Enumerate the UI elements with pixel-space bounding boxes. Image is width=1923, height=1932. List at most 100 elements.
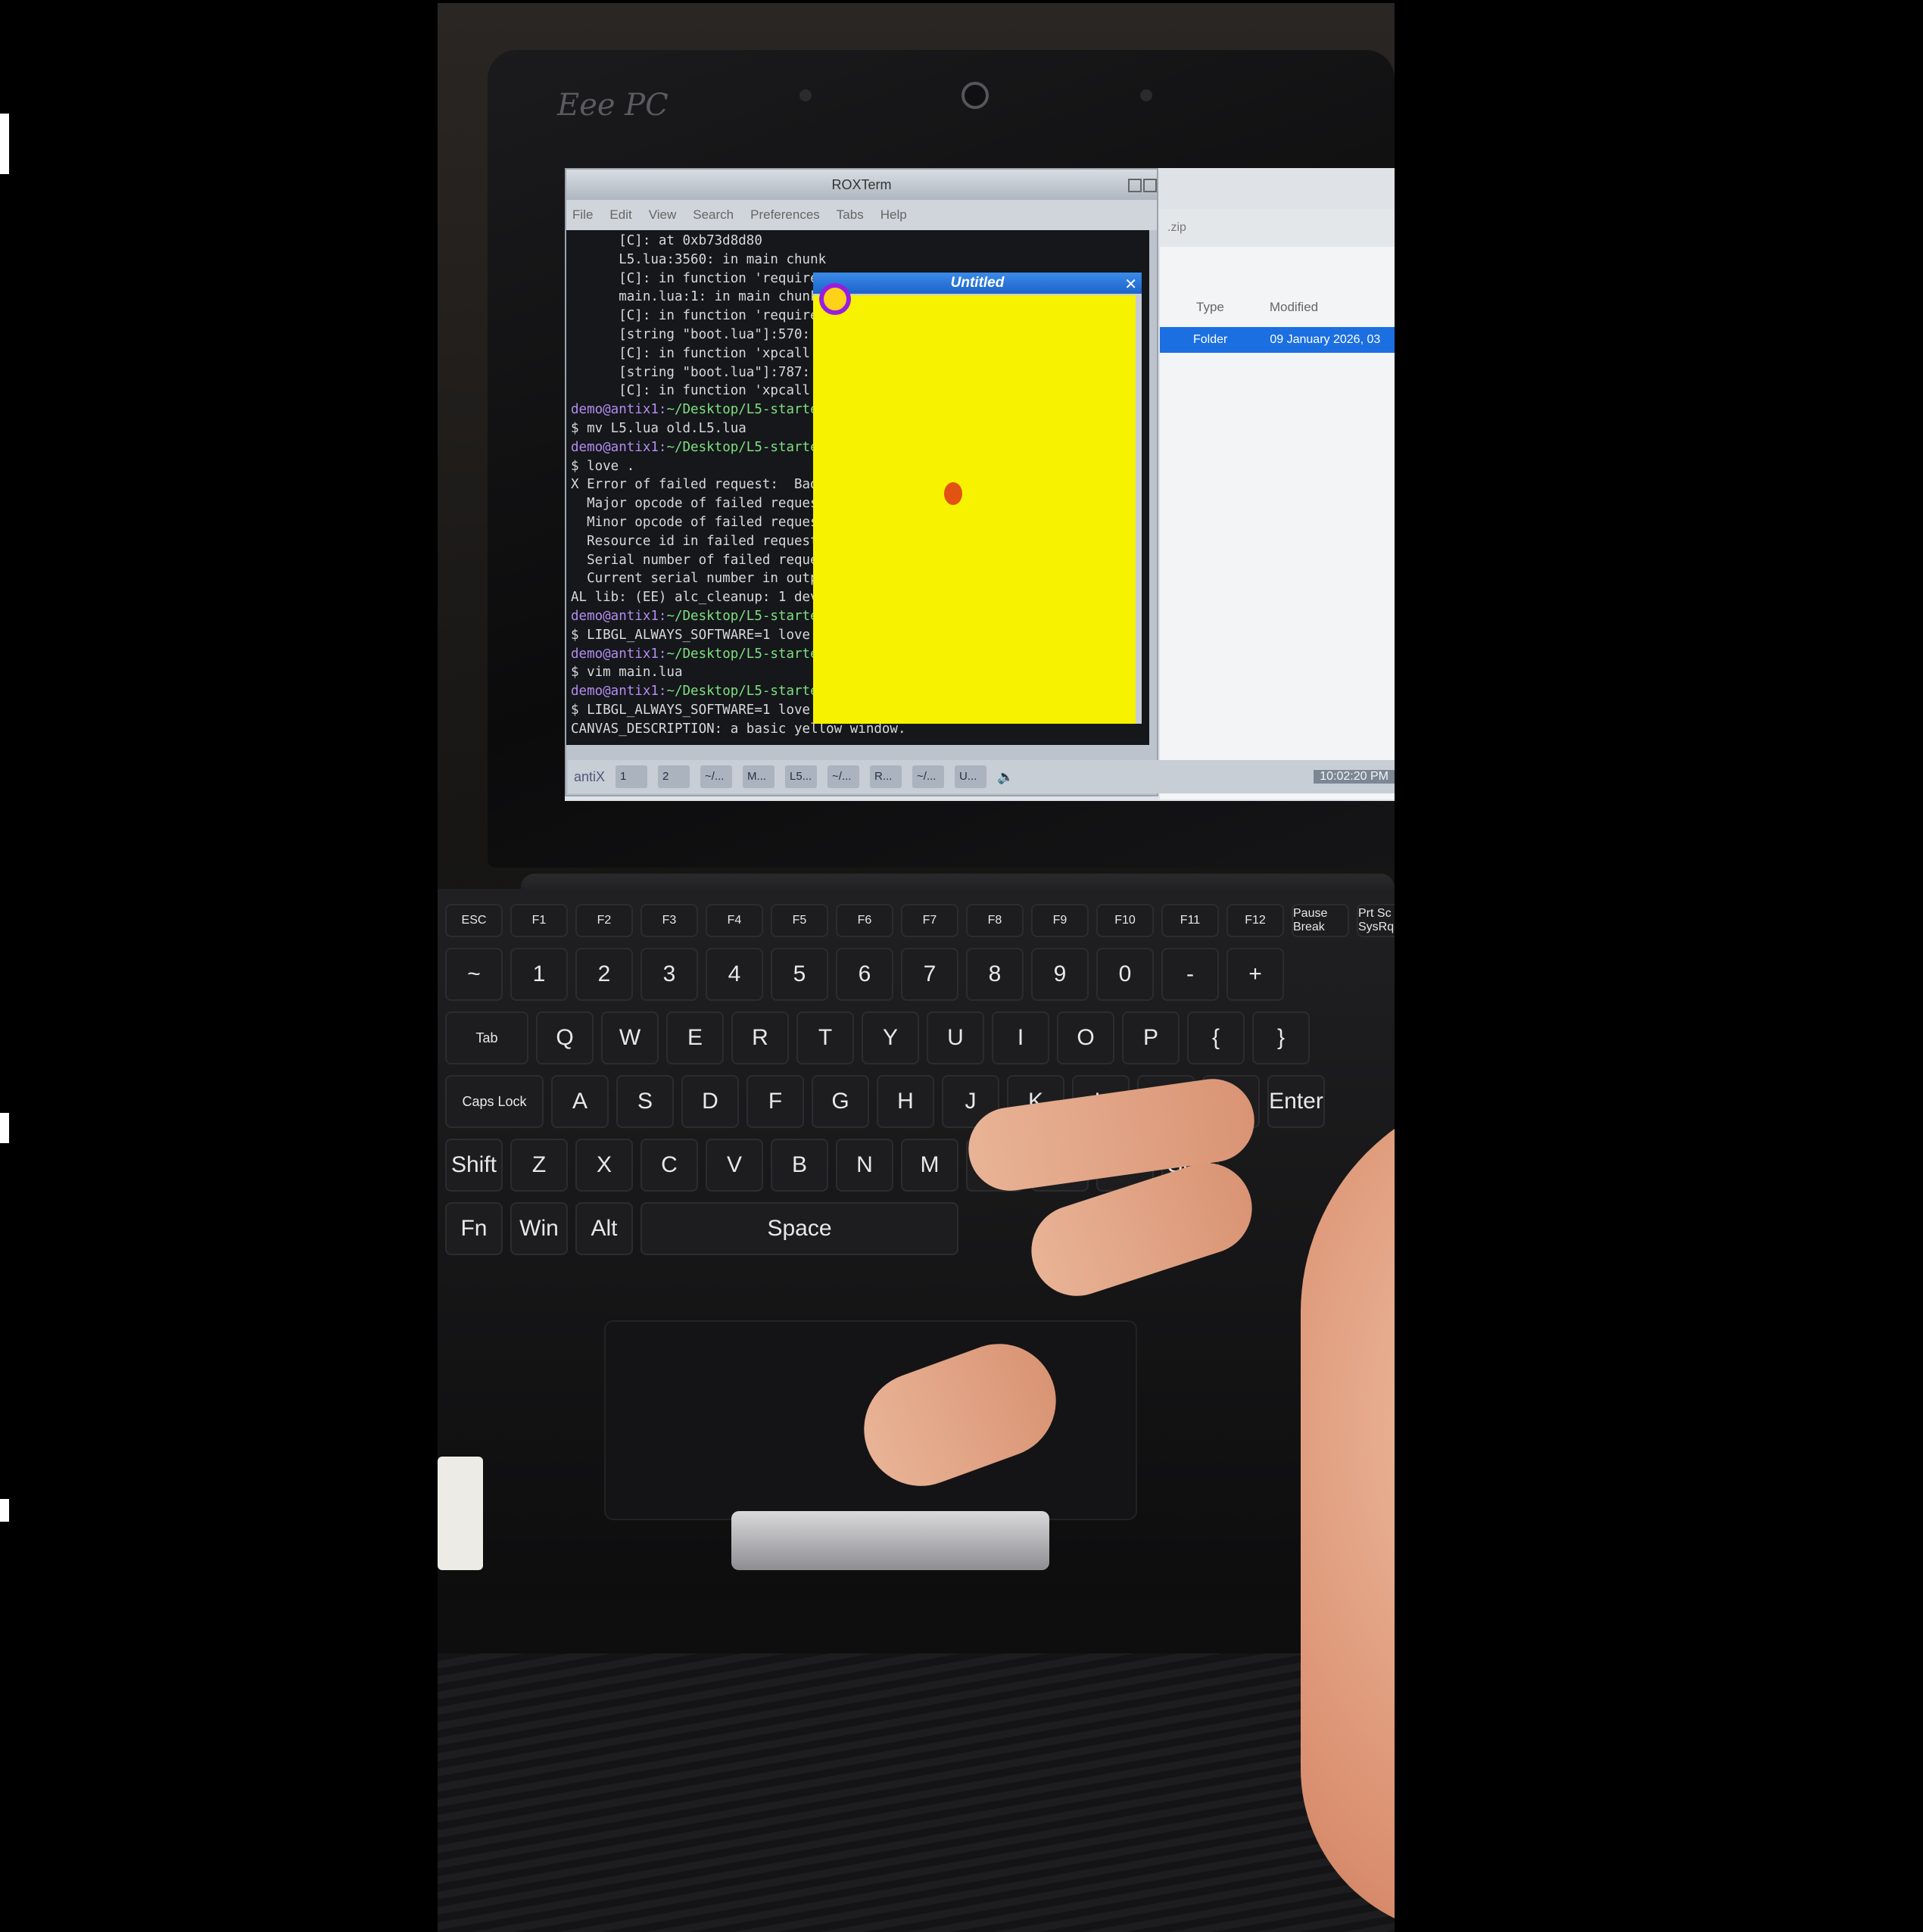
key-9[interactable]: 9 <box>1031 948 1089 1001</box>
touchpad-button[interactable] <box>731 1511 1049 1570</box>
start-menu-button[interactable]: antiX <box>574 769 605 785</box>
key-v[interactable]: V <box>706 1139 763 1192</box>
key-t[interactable]: T <box>796 1011 854 1064</box>
key-s[interactable]: S <box>616 1075 674 1128</box>
key-f4[interactable]: F4 <box>706 904 763 937</box>
key-f8[interactable]: F8 <box>966 904 1024 937</box>
taskbar-item[interactable]: U... <box>955 765 987 788</box>
key-pause-break[interactable]: Pause Break <box>1292 904 1349 937</box>
minimize-icon[interactable] <box>1128 179 1142 192</box>
key-[interactable]: + <box>1226 948 1284 1001</box>
key-f3[interactable]: F3 <box>640 904 698 937</box>
key-b[interactable]: B <box>771 1139 828 1192</box>
key-[interactable]: { <box>1187 1011 1245 1064</box>
fm-path[interactable]: .zip <box>1160 209 1395 247</box>
menu-view[interactable]: View <box>649 200 677 230</box>
close-icon[interactable] <box>1143 179 1157 192</box>
key-caps-lock[interactable]: Caps Lock <box>445 1075 544 1128</box>
key-m[interactable]: M <box>901 1139 958 1192</box>
taskbar-item[interactable]: ~/... <box>700 765 733 788</box>
key-fn[interactable]: Fn <box>445 1202 503 1255</box>
key-u[interactable]: U <box>927 1011 984 1064</box>
key-e[interactable]: E <box>666 1011 724 1064</box>
key-prt-sc-sysrq[interactable]: Prt Sc SysRq <box>1357 904 1395 937</box>
keyboard-row: Tab Q W E R T Y U I O P{} <box>445 1011 1395 1064</box>
key-f[interactable]: F <box>746 1075 804 1128</box>
webcam-icon <box>962 82 989 109</box>
keyboard-row: Fn Win Alt Space <box>445 1202 1395 1255</box>
key-8[interactable]: 8 <box>966 948 1024 1001</box>
menu-edit[interactable]: Edit <box>609 200 631 230</box>
menu-preferences[interactable]: Preferences <box>750 200 820 230</box>
key-f7[interactable]: F7 <box>901 904 958 937</box>
file-manager-window[interactable]: .zip Type Modified Folder 09 January 202… <box>1160 209 1395 799</box>
key-f9[interactable]: F9 <box>1031 904 1089 937</box>
key-f11[interactable]: F11 <box>1161 904 1219 937</box>
key-enter[interactable]: Enter <box>1267 1075 1325 1128</box>
key-3[interactable]: 3 <box>640 948 698 1001</box>
prompt-user: demo@antix1: <box>571 439 667 455</box>
key-z[interactable]: Z <box>510 1139 568 1192</box>
key-w[interactable]: W <box>601 1011 659 1064</box>
key-y[interactable]: Y <box>862 1011 919 1064</box>
fm-col-modified[interactable]: Modified <box>1270 300 1318 315</box>
key-0[interactable]: 0 <box>1096 948 1154 1001</box>
key-7[interactable]: 7 <box>901 948 958 1001</box>
key-[interactable]: ~ <box>445 948 503 1001</box>
windows-sticker <box>438 1457 483 1570</box>
key-shift[interactable]: Shift <box>445 1139 503 1192</box>
key-r[interactable]: R <box>731 1011 789 1064</box>
key-win[interactable]: Win <box>510 1202 568 1255</box>
taskbar-item[interactable]: ~/... <box>827 765 860 788</box>
key-[interactable]: - <box>1161 948 1219 1001</box>
key-f1[interactable]: F1 <box>510 904 568 937</box>
key-q[interactable]: Q <box>536 1011 594 1064</box>
key-1[interactable]: 1 <box>510 948 568 1001</box>
key-5[interactable]: 5 <box>771 948 828 1001</box>
taskbar-item[interactable]: L5... <box>785 765 818 788</box>
taskbar-item[interactable]: R... <box>870 765 902 788</box>
key-f5[interactable]: F5 <box>771 904 828 937</box>
key-2[interactable]: 2 <box>575 948 633 1001</box>
fm-selected-row[interactable]: Folder 09 January 2026, 03 <box>1160 327 1395 353</box>
key-c[interactable]: C <box>640 1139 698 1192</box>
key-[interactable]: } <box>1252 1011 1310 1064</box>
taskbar-item[interactable]: M... <box>743 765 775 788</box>
prompt-user: demo@antix1: <box>571 684 667 700</box>
close-icon[interactable]: ✕ <box>1124 275 1137 294</box>
key-tab[interactable]: Tab <box>445 1011 528 1064</box>
love-window[interactable]: Untitled ✕ <box>813 273 1142 724</box>
key-n[interactable]: N <box>836 1139 893 1192</box>
led-indicator <box>1140 89 1152 101</box>
menu-search[interactable]: Search <box>693 200 734 230</box>
key-g[interactable]: G <box>812 1075 869 1128</box>
terminal-line: [C]: at 0xb73d8d80 <box>571 233 762 248</box>
photo: Eee PC ROXTerm File Edit View Search Pre… <box>438 3 1395 1932</box>
menu-help[interactable]: Help <box>880 200 907 230</box>
keyboard-row: ShiftZXCVBNM<>?Shift <box>445 1139 1395 1192</box>
key-d[interactable]: D <box>681 1075 739 1128</box>
key-4[interactable]: 4 <box>706 948 763 1001</box>
fm-col-type[interactable]: Type <box>1196 300 1224 315</box>
key-a[interactable]: A <box>551 1075 609 1128</box>
taskbar-item[interactable]: ~/... <box>912 765 945 788</box>
key-i[interactable]: I <box>992 1011 1049 1064</box>
menu-tabs[interactable]: Tabs <box>837 200 864 230</box>
key-p[interactable]: P <box>1122 1011 1180 1064</box>
key-alt[interactable]: Alt <box>575 1202 633 1255</box>
key-f10[interactable]: F10 <box>1096 904 1154 937</box>
key-6[interactable]: 6 <box>836 948 893 1001</box>
volume-icon[interactable]: 🔈 <box>997 769 1014 785</box>
workspace-1[interactable]: 1 <box>616 765 648 788</box>
menu-file[interactable]: File <box>572 200 593 230</box>
key-space[interactable]: Space <box>640 1202 958 1255</box>
key-esc[interactable]: ESC <box>445 904 503 937</box>
key-f12[interactable]: F12 <box>1226 904 1284 937</box>
key-x[interactable]: X <box>575 1139 633 1192</box>
love-canvas[interactable] <box>813 295 1136 724</box>
workspace-2[interactable]: 2 <box>658 765 690 788</box>
key-h[interactable]: H <box>877 1075 934 1128</box>
key-f2[interactable]: F2 <box>575 904 633 937</box>
key-o[interactable]: O <box>1057 1011 1114 1064</box>
key-f6[interactable]: F6 <box>836 904 893 937</box>
